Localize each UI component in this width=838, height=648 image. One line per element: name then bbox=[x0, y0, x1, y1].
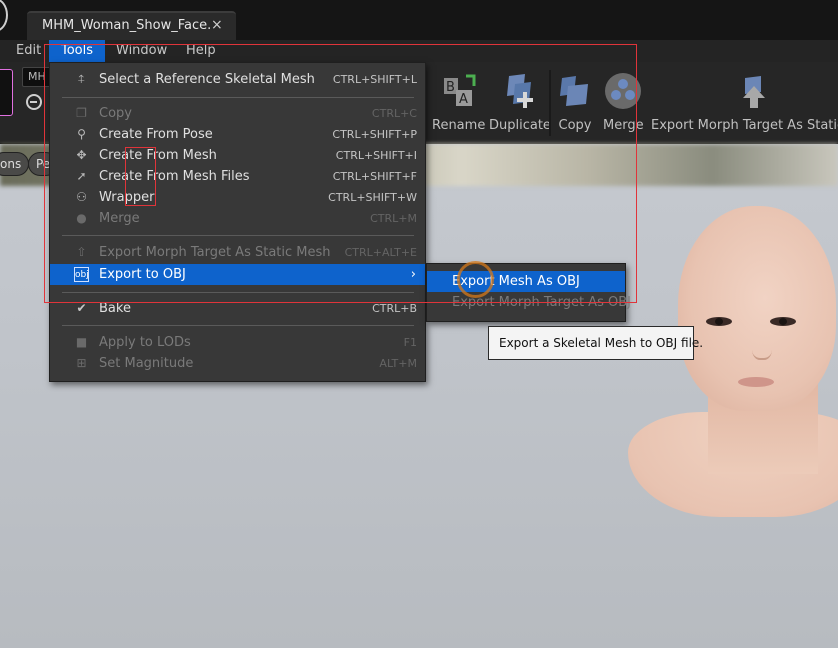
export-obj-submenu: Export Mesh As OBJ Export Morph Target A… bbox=[426, 263, 631, 322]
menu-item-copy: ❐ Copy CTRL+C bbox=[50, 103, 425, 124]
menu-item-create-from-mesh[interactable]: ✥ Create From Mesh CTRL+SHIFT+I bbox=[50, 145, 425, 166]
document-tab-title: MHM_Woman_Show_Face... bbox=[42, 18, 210, 33]
pose-icon: ⚲ bbox=[77, 127, 86, 141]
lods-icon: ■ bbox=[75, 335, 88, 349]
menu-separator bbox=[62, 325, 414, 326]
menu-item-merge: ● Merge CTRL+M bbox=[50, 208, 425, 229]
tab-bar: MHM_Woman_Show_Face... × bbox=[0, 0, 838, 40]
menu-window[interactable]: Window bbox=[110, 40, 173, 62]
export-morph-target-button[interactable]: Export Morph Target As Static M bbox=[651, 72, 838, 133]
export-morph-icon: ⇧ bbox=[76, 245, 87, 259]
browse-back-icon[interactable] bbox=[26, 94, 42, 110]
rename-label: Rename bbox=[432, 118, 486, 133]
character-right-eye bbox=[770, 317, 796, 326]
bake-check-icon: ✔ bbox=[76, 301, 87, 315]
obj-icon: obj bbox=[74, 267, 89, 282]
character-nose bbox=[752, 334, 772, 360]
copy-label: Copy bbox=[558, 118, 592, 133]
menu-item-apply-to-lods: ■ Apply to LODs F1 bbox=[75, 335, 417, 350]
menu-item-set-magnitude: ⊞ Set Magnitude ALT+M bbox=[50, 353, 425, 374]
menu-item-wrapper[interactable]: ⚇ Wrapper CTRL+SHIFT+W bbox=[50, 187, 425, 208]
app-logo-icon[interactable] bbox=[0, 0, 8, 32]
merge-button[interactable]: Merge bbox=[603, 72, 644, 133]
document-tab[interactable]: MHM_Woman_Show_Face... × bbox=[27, 11, 236, 40]
export-morph-label: Export Morph Target As Static M bbox=[651, 118, 838, 133]
menu-item-select-reference-skeletal-mesh[interactable]: ⍏ Select a Reference Skeletal Mesh CTRL+… bbox=[50, 69, 425, 90]
duplicate-button[interactable]: Duplicate bbox=[489, 72, 551, 133]
wrapper-icon: ⚇ bbox=[76, 190, 87, 204]
svg-text:A: A bbox=[459, 92, 468, 107]
skeleton-icon: ⍏ bbox=[77, 72, 86, 86]
magnitude-icon: ⊞ bbox=[76, 356, 87, 370]
menu-bar: Edit Tools Window Help bbox=[0, 40, 838, 62]
export-morph-icon bbox=[735, 72, 773, 110]
submenu-item-export-morph-target-as-obj: Export Morph Target As OBJ bbox=[452, 295, 631, 310]
cursor-highlight-ring bbox=[457, 261, 494, 298]
mesh-files-icon: ➚ bbox=[76, 169, 87, 183]
copy-button[interactable]: Copy bbox=[556, 72, 594, 133]
merge-icon: ● bbox=[76, 211, 87, 225]
menu-item-export-to-obj[interactable]: obj Export to OBJ › bbox=[50, 264, 425, 285]
menu-item-create-from-mesh-files[interactable]: ➚ Create From Mesh Files CTRL+SHIFT+F bbox=[50, 166, 425, 187]
tools-menu-dropdown: ⍏ Select a Reference Skeletal Mesh CTRL+… bbox=[49, 62, 426, 382]
menu-item-export-morph-target-as-static-mesh: ⇧ Export Morph Target As Static Mesh CTR… bbox=[50, 242, 425, 263]
copy-icon: ❐ bbox=[76, 106, 87, 120]
toolbar-separator bbox=[549, 70, 551, 136]
menu-separator bbox=[62, 235, 414, 236]
menu-separator bbox=[62, 97, 414, 98]
viewport-options-pill[interactable]: ons bbox=[0, 152, 30, 176]
menu-help[interactable]: Help bbox=[180, 40, 222, 62]
menu-separator bbox=[62, 292, 414, 293]
merge-icon bbox=[604, 72, 642, 110]
rename-icon: B A bbox=[440, 72, 478, 110]
asset-thumbnail[interactable] bbox=[0, 69, 13, 116]
menu-tools[interactable]: Tools bbox=[49, 40, 105, 62]
close-tab-icon[interactable]: × bbox=[211, 17, 223, 33]
svg-text:B: B bbox=[446, 80, 455, 95]
character-lips bbox=[738, 377, 774, 387]
character-left-eye bbox=[706, 317, 732, 326]
tooltip: Export a Skeletal Mesh to OBJ file. bbox=[488, 326, 703, 360]
submenu-arrow-icon: › bbox=[410, 267, 416, 282]
menu-item-create-from-pose[interactable]: ⚲ Create From Pose CTRL+SHIFT+P bbox=[50, 124, 425, 145]
menu-edit[interactable]: Edit bbox=[10, 40, 47, 62]
duplicate-label: Duplicate bbox=[489, 118, 551, 133]
rename-button[interactable]: B A Rename bbox=[432, 72, 485, 133]
copy-icon bbox=[556, 72, 594, 110]
merge-label: Merge bbox=[603, 118, 644, 133]
mesh-icon: ✥ bbox=[76, 148, 87, 162]
duplicate-icon bbox=[501, 72, 539, 110]
menu-item-bake[interactable]: ✔ Bake CTRL+B bbox=[50, 298, 425, 319]
